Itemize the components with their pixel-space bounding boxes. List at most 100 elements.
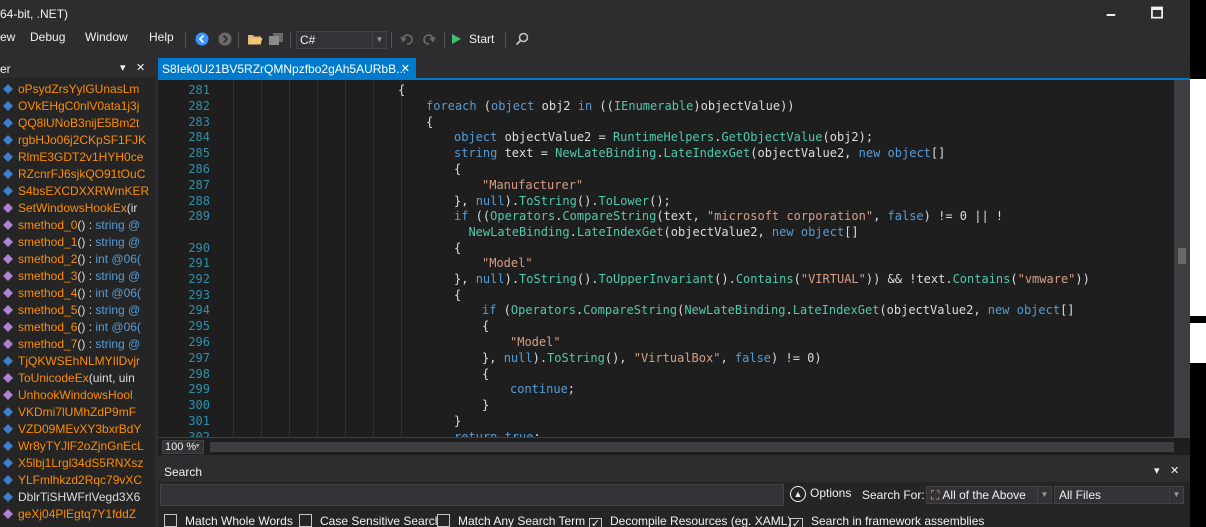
code-token: ). <box>532 351 548 365</box>
code-token: ) != 0 || ! <box>923 209 1004 223</box>
tree-item[interactable]: RZcnrFJ6sjkQO91tOuC <box>0 166 155 183</box>
maximize-button[interactable]: 🗖 <box>1134 0 1180 30</box>
save-all-icon <box>269 33 283 45</box>
save-all-button[interactable] <box>267 30 285 48</box>
tree-item[interactable]: oPsydZrsYylGUnasLm <box>0 81 155 98</box>
search-input[interactable] <box>160 484 784 506</box>
tree-item[interactable]: QQ8lUNoB3nijE5Bm2t <box>0 115 155 132</box>
code-token: { <box>398 83 406 97</box>
line-number: 286 <box>188 162 210 176</box>
code-token: Operators <box>510 303 576 317</box>
code-token: foreach <box>426 99 477 113</box>
start-label: Start <box>469 32 495 46</box>
search-for-select[interactable]: ⛶ All of the Above ▼ <box>926 486 1052 504</box>
tree-item[interactable]: ToUnicodeEx(uint, uin <box>0 370 155 387</box>
tree-item[interactable]: geXj04PlEgtq7Y1fddZ <box>0 506 155 523</box>
tree-item[interactable]: smethod_4() : int @06( <box>0 285 155 302</box>
tree-item[interactable]: smethod_1() : string @ <box>0 234 155 251</box>
case-sensitive-checkbox[interactable]: Case Sensitive Search <box>299 513 441 527</box>
vertical-scrollbar[interactable] <box>1174 80 1190 437</box>
code-line: 289 if ((Operators.CompareString(text, "m… <box>158 208 1174 224</box>
menu-debug[interactable]: Debug <box>30 30 65 44</box>
close-icon[interactable]: ✕ <box>1170 464 1179 477</box>
language-select[interactable]: C# ▼ <box>296 31 387 49</box>
code-text: { <box>482 366 489 382</box>
tree-item[interactable]: RlmE3GDT2v1HYH0ce <box>0 149 155 166</box>
method-icon <box>3 509 13 519</box>
code-line: 302 return true; <box>158 429 1174 437</box>
horizontal-scrollbar[interactable] <box>210 442 1174 452</box>
tree-item[interactable]: smethod_0() : string @ <box>0 217 155 234</box>
tree-item[interactable]: smethod_2() : int @06( <box>0 251 155 268</box>
menu-help[interactable]: Help <box>149 30 174 44</box>
undo-button[interactable] <box>398 30 416 48</box>
document-tab[interactable]: S8Iek0U21BV5RZrQMNpzfbo2gAh5AURbB... ✕ <box>158 58 416 80</box>
decompile-resources-checkbox[interactable]: ✓ Decompile Resources (eg. XAML) <box>589 513 791 527</box>
close-icon[interactable]: ✕ <box>401 58 410 80</box>
tree-item[interactable]: OVkEHgC0nlV0ata1j3j <box>0 98 155 115</box>
tree-item[interactable]: TjQKWSEhNLMYIlDvjr <box>0 353 155 370</box>
menu-window[interactable]: Window <box>85 30 128 44</box>
tree-item[interactable]: DblrTiSHWFrlVegd3X6 <box>0 489 155 506</box>
checkbox-box[interactable]: ✓ <box>589 518 602 527</box>
line-number: 287 <box>188 178 210 192</box>
tree-item-name: RlmE3GDT2v1HYH0ce <box>18 150 144 164</box>
code-token: GetObjectValue <box>721 130 823 144</box>
checkbox-box[interactable]: ✓ <box>790 518 803 527</box>
tree-item[interactable]: UnhookWindowsHool <box>0 387 155 404</box>
tree-item[interactable]: smethod_6() : int @06( <box>0 319 155 336</box>
method-icon <box>3 288 13 298</box>
assembly-explorer: er ▾ ✕ oPsydZrsYylGUnasLm OVkEHgC0nlV0ata… <box>0 60 155 527</box>
dropdown-arrow-icon[interactable]: ▾ <box>120 61 126 74</box>
tree-item-signature: (ir <box>126 201 138 215</box>
code-token: ( <box>496 303 511 317</box>
code-token: obj2 <box>534 99 578 113</box>
tree-item[interactable]: rgbHJo06j2CKpSF1FJK <box>0 132 155 149</box>
code-text: "Manufacturer" <box>482 177 583 193</box>
back-button[interactable] <box>193 30 211 48</box>
minimize-button[interactable]: 🗕 <box>1088 0 1134 30</box>
tree-item[interactable]: smethod_7() : string @ <box>0 336 155 353</box>
tree-item[interactable]: VKDmi7lUMhZdP9mF <box>0 404 155 421</box>
code-editor[interactable]: 281{282 foreach (object obj2 in ((IEnumer… <box>158 80 1190 437</box>
checkbox-box[interactable] <box>164 514 177 527</box>
code-line: 287 "Manufacturer" <box>158 177 1174 193</box>
menu-view[interactable]: ew <box>0 30 15 44</box>
code-token: }, <box>454 272 476 286</box>
code-text: { <box>398 82 405 98</box>
options-button[interactable]: ▲ Options <box>790 486 851 504</box>
code-token: new <box>771 225 794 239</box>
close-icon[interactable]: ✕ <box>136 61 145 74</box>
checkbox-label: Case Sensitive Search <box>320 514 442 527</box>
checkbox-box[interactable] <box>299 514 312 527</box>
search-scope-select[interactable]: All Files ▼ <box>1054 486 1184 504</box>
match-whole-words-checkbox[interactable]: Match Whole Words <box>164 513 293 527</box>
zoom-select[interactable]: 100 % ▼ <box>162 440 204 454</box>
tree-item[interactable]: YLFmlhkzd2Rqc79vXC <box>0 472 155 489</box>
open-button[interactable] <box>246 30 264 48</box>
code-line: 288}, null).ToString().ToLower(); <box>158 193 1174 209</box>
redo-button[interactable] <box>420 30 438 48</box>
dropdown-arrow-icon[interactable]: ▾ <box>1154 464 1160 477</box>
search-button[interactable] <box>513 30 531 48</box>
code-token: (obj2); <box>822 130 874 144</box>
start-button[interactable]: Start <box>450 30 500 48</box>
code-token: ( <box>793 272 801 286</box>
tree-item[interactable]: S4bsEXCDXXRWmKER <box>0 183 155 200</box>
tree-item[interactable]: smethod_3() : string @ <box>0 268 155 285</box>
tree-item[interactable]: X5lbj1Lrgl34dS5RNXsz <box>0 455 155 472</box>
tree-item[interactable]: SetWindowsHookEx(ir <box>0 200 155 217</box>
match-any-term-checkbox[interactable]: Match Any Search Term <box>437 513 585 527</box>
code-text: "Model" <box>510 334 561 350</box>
scrollbar-thumb[interactable] <box>1178 248 1186 264</box>
search-framework-checkbox[interactable]: ✓ Search in framework assemblies <box>790 513 984 527</box>
forward-button[interactable] <box>216 30 234 48</box>
tree-item[interactable]: smethod_5() : string @ <box>0 302 155 319</box>
tree-item[interactable]: Wr8yTYJlF2oZjnGnEcL <box>0 438 155 455</box>
code-text: foreach (object obj2 in ((IEnumerable)ob… <box>426 98 795 114</box>
tree-item[interactable]: VZD09MEvXY3bxrBdY <box>0 421 155 438</box>
checkbox-box[interactable] <box>437 514 450 527</box>
code-token: ToUpperInvariant <box>598 272 715 286</box>
chevron-down-icon: ▼ <box>1037 487 1051 503</box>
